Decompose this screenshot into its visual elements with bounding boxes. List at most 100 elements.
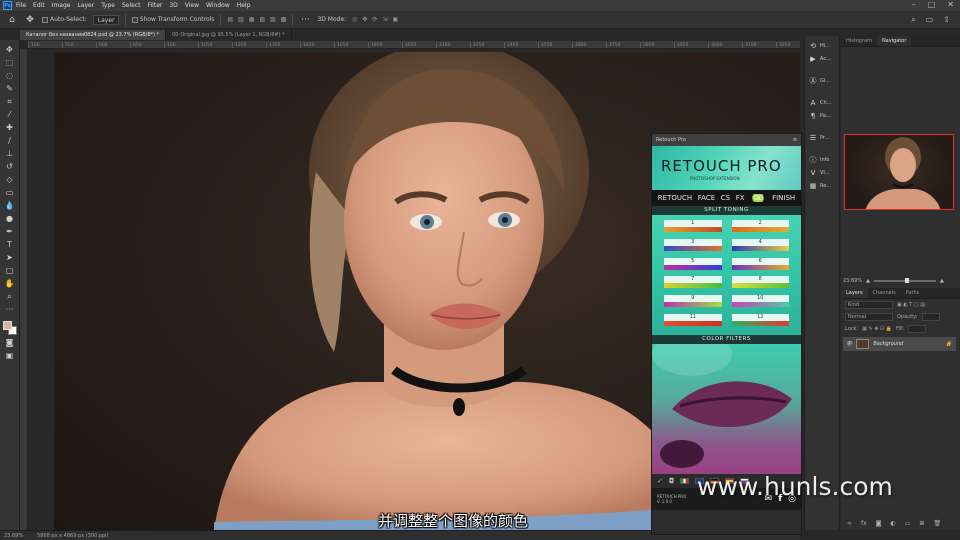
split-toning-preset[interactable]: 2 bbox=[731, 220, 789, 236]
workspace-icon[interactable]: ▭ bbox=[926, 15, 934, 25]
dock-paragraph[interactable]: ¶ Pa... bbox=[805, 110, 839, 122]
split-toning-preset[interactable]: 6 bbox=[731, 257, 789, 274]
layer-row[interactable]: 👁 Background 🔒 bbox=[843, 337, 956, 351]
color-swatches[interactable] bbox=[2, 321, 17, 335]
auto-select-dropdown[interactable]: Layer bbox=[92, 14, 119, 25]
share-icon[interactable]: ⇪ bbox=[943, 15, 950, 25]
shape-tool-icon[interactable]: ▢ bbox=[4, 265, 16, 276]
dock-history[interactable]: ⟲ Hi... bbox=[805, 40, 839, 52]
slider-knob[interactable] bbox=[904, 278, 909, 283]
close-icon[interactable]: ✕ bbox=[947, 0, 954, 9]
split-toning-preset[interactable]: 3 bbox=[664, 238, 722, 255]
menu-view[interactable]: View bbox=[185, 2, 199, 9]
eyedropper-tool-icon[interactable]: ⁄ bbox=[4, 109, 16, 120]
nav-retouch[interactable]: RETOUCH bbox=[658, 194, 692, 202]
foreground-color-swatch[interactable] bbox=[2, 321, 12, 330]
filter-icons[interactable]: ▣ ◐ T ▢ ▤ bbox=[897, 302, 925, 308]
split-toning-preset[interactable]: 12 bbox=[731, 314, 789, 330]
menu-filter[interactable]: Filter bbox=[148, 2, 163, 9]
dock-glyphs[interactable]: Ⓐ Gl... bbox=[805, 75, 839, 87]
menu-window[interactable]: Window bbox=[206, 2, 230, 9]
menu-image[interactable]: Image bbox=[52, 2, 71, 9]
zoom-level[interactable]: 23.69% bbox=[4, 533, 23, 539]
tab-paths[interactable]: Paths bbox=[901, 288, 925, 298]
link-layers-icon[interactable]: ∞ bbox=[847, 520, 852, 527]
blend-mode-select[interactable]: Normal bbox=[845, 313, 893, 321]
hand-tool-icon[interactable]: ✋ bbox=[4, 278, 16, 289]
path-select-tool-icon[interactable]: ➤ bbox=[4, 252, 16, 263]
tab-document-1[interactable]: Каталог без названия0824.psd @ 23.7% (RG… bbox=[20, 30, 167, 40]
add-mask-icon[interactable]: ◙ bbox=[876, 520, 882, 527]
blur-tool-icon[interactable]: 💧 bbox=[4, 200, 16, 211]
camera-icon[interactable]: ◘ bbox=[669, 477, 675, 485]
nav-finish[interactable]: FINISH bbox=[772, 194, 795, 202]
nav-cg[interactable]: CG bbox=[750, 194, 767, 202]
align-icons[interactable]: ▤ ▥ ▦ ▧ ▨ ▩ bbox=[227, 16, 286, 23]
navigator-preview[interactable] bbox=[844, 134, 954, 210]
tab-histogram[interactable]: Histogram bbox=[841, 36, 877, 46]
search-icon[interactable]: ⌕ bbox=[911, 15, 915, 25]
clone-tool-icon[interactable]: ⊥ bbox=[4, 148, 16, 159]
visibility-eye-icon[interactable]: 👁 bbox=[846, 341, 852, 347]
3d-mode-icons[interactable]: ◎ ✥ ⟳ ⇲ ▣ bbox=[352, 16, 398, 23]
dock-actions[interactable]: ▶ Ac... bbox=[805, 53, 839, 65]
menu-type[interactable]: Type bbox=[101, 2, 115, 9]
tab-navigator[interactable]: Navigator bbox=[876, 36, 912, 46]
transform-controls-checkbox[interactable]: Show Transform Controls bbox=[131, 16, 214, 23]
zoom-in-icon[interactable]: ▲ bbox=[940, 278, 944, 284]
lasso-tool-icon[interactable]: ◌ bbox=[4, 70, 16, 81]
menu-file[interactable]: File bbox=[16, 2, 26, 9]
more-tools-icon[interactable]: ··· bbox=[4, 304, 16, 315]
more-options-icon[interactable]: ··· bbox=[299, 15, 311, 25]
split-toning-preset[interactable]: 8 bbox=[731, 276, 789, 292]
dock-vi[interactable]: V VI... bbox=[805, 167, 839, 179]
screen-mode-icon[interactable]: ▣ bbox=[4, 350, 16, 361]
new-layer-icon[interactable]: ⊞ bbox=[919, 520, 924, 527]
home-icon[interactable]: ⌂ bbox=[6, 15, 18, 25]
layer-kind-filter[interactable]: Kind bbox=[845, 301, 893, 309]
auto-select-checkbox[interactable]: Auto-Select: bbox=[42, 16, 87, 23]
delete-layer-icon[interactable]: 🗑 bbox=[933, 520, 941, 527]
brush-tool-icon[interactable]: ∕ bbox=[4, 135, 16, 146]
crop-tool-icon[interactable]: ⌗ bbox=[4, 96, 16, 107]
nav-cs[interactable]: CS bbox=[721, 194, 730, 202]
split-toning-preset[interactable]: 11 bbox=[664, 314, 722, 330]
marquee-tool-icon[interactable]: ⬚ bbox=[4, 57, 16, 68]
healing-tool-icon[interactable]: ✚ bbox=[4, 122, 16, 133]
nav-fx[interactable]: FX bbox=[736, 194, 745, 202]
zoom-out-icon[interactable]: ▲ bbox=[866, 278, 870, 284]
type-tool-icon[interactable]: T bbox=[4, 239, 16, 250]
split-toning-preset[interactable]: 9 bbox=[664, 295, 722, 311]
flag-it-icon[interactable] bbox=[680, 478, 690, 484]
lock-icons[interactable]: ▦ ✎ ✥ ⊡ 🔒 bbox=[862, 326, 892, 332]
split-toning-preset[interactable]: 10 bbox=[731, 295, 789, 311]
dock-info[interactable]: ⓘ Info bbox=[805, 154, 839, 166]
pen-tool-icon[interactable]: ✒ bbox=[4, 226, 16, 237]
menu-edit[interactable]: Edit bbox=[33, 2, 45, 9]
dock-properties[interactable]: ☰ Pr... bbox=[805, 132, 839, 144]
menu-help[interactable]: Help bbox=[237, 2, 251, 9]
panel-menu-icon[interactable]: ≡ bbox=[793, 134, 797, 146]
layer-name[interactable]: Background bbox=[873, 341, 903, 347]
check-icon[interactable]: ✓ bbox=[657, 477, 663, 485]
layer-style-icon[interactable]: fx bbox=[861, 520, 867, 527]
zoom-tool-icon[interactable]: ⌕ bbox=[4, 291, 16, 302]
adjustment-layer-icon[interactable]: ◐ bbox=[891, 520, 896, 527]
menu-layer[interactable]: Layer bbox=[77, 2, 94, 9]
move-tool-icon[interactable]: ✥ bbox=[4, 44, 16, 55]
navigator-zoom-slider[interactable] bbox=[873, 278, 936, 283]
dock-retouch[interactable]: ▦ Re... bbox=[805, 180, 839, 192]
color-filters-preview[interactable] bbox=[652, 344, 801, 474]
minimize-icon[interactable]: – bbox=[912, 0, 916, 9]
split-toning-preset[interactable]: 1 bbox=[664, 220, 722, 236]
tab-layers[interactable]: Layers bbox=[841, 288, 868, 298]
quick-select-tool-icon[interactable]: ✎ bbox=[4, 83, 16, 94]
history-brush-tool-icon[interactable]: ↺ bbox=[4, 161, 16, 172]
fill-field[interactable] bbox=[908, 325, 927, 333]
tab-document-2[interactable]: 00-Original.jpg @ 95.5% (Layer 1, RGB/8#… bbox=[166, 30, 292, 40]
maximize-icon[interactable]: □ bbox=[928, 0, 936, 9]
navigator-zoom-value[interactable]: 23.69% bbox=[843, 278, 862, 284]
nav-face[interactable]: FACE bbox=[698, 194, 715, 202]
quick-mask-icon[interactable]: ◙ bbox=[4, 337, 16, 348]
opacity-field[interactable] bbox=[921, 313, 940, 321]
